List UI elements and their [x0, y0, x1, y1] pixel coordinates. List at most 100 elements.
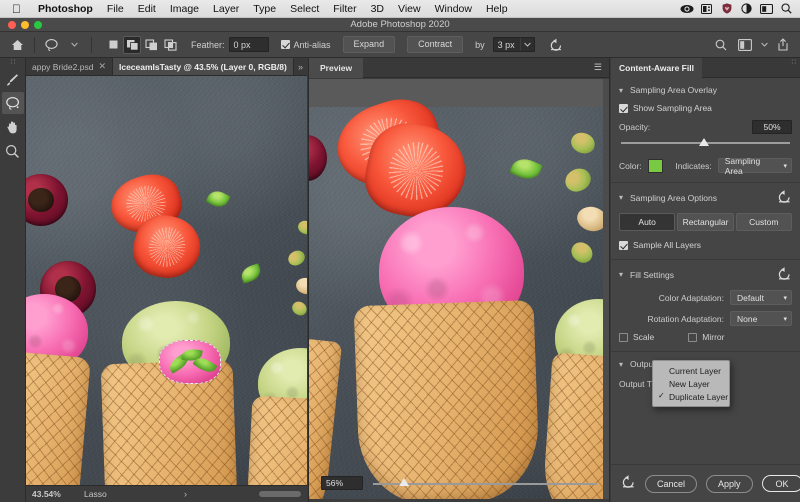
sampling-overlay-header[interactable]: ▾ Sampling Area Overlay [619, 85, 792, 95]
zoom-slider-thumb[interactable] [399, 478, 409, 486]
scale-checkbox[interactable]: Scale [619, 332, 654, 342]
intersect-selection-button[interactable] [161, 36, 179, 54]
antialias-checkbox-box[interactable] [280, 40, 290, 49]
opacity-slider[interactable] [621, 138, 790, 151]
brush-tool[interactable] [2, 68, 24, 90]
preview-vertical-scrollbar[interactable] [603, 79, 609, 499]
feather-input[interactable]: 0 px [228, 37, 269, 52]
tab-overflow-icon[interactable]: » [294, 62, 307, 72]
chevron-down-icon[interactable] [519, 38, 534, 51]
fill-settings-header[interactable]: ▾ Fill Settings [619, 267, 792, 282]
sample-all-layers-checkbox[interactable]: Sample All Layers [619, 240, 792, 250]
scale-checkbox-box[interactable] [619, 332, 628, 342]
new-selection-button[interactable] [104, 36, 122, 54]
show-sampling-area-checkbox[interactable]: Show Sampling Area [619, 103, 792, 113]
sampling-mode-custom[interactable]: Custom [735, 213, 792, 231]
chevron-down-icon[interactable]: ▾ [619, 360, 623, 369]
color-swatch[interactable] [647, 158, 664, 173]
by-amount-value: 3 px [497, 39, 515, 50]
reset-icon[interactable] [621, 474, 636, 493]
reset-icon[interactable] [777, 190, 792, 205]
menu-item-select[interactable]: Select [283, 3, 326, 15]
rotation-adaptation-select[interactable]: None ▾ [730, 311, 792, 326]
contract-button[interactable]: Contract [407, 36, 464, 53]
contrast-icon[interactable] [739, 2, 754, 15]
antialias-checkbox[interactable]: Anti-alias [280, 40, 331, 50]
sampling-mode-auto[interactable]: Auto [619, 213, 676, 231]
opacity-slider-thumb[interactable] [699, 138, 709, 146]
color-adaptation-select[interactable]: Default ▾ [730, 290, 792, 305]
horizontal-scrollbar[interactable] [259, 491, 301, 497]
workspace-icon[interactable] [734, 35, 756, 55]
chevron-down-icon[interactable]: ▾ [783, 162, 787, 170]
document-tab-icecream[interactable]: IceceamIsTasty @ 43.5% (Layer 0, RGB/8) [112, 58, 294, 75]
document-canvas[interactable] [26, 76, 307, 485]
sample-all-layers-box[interactable] [619, 240, 628, 250]
menu-item-type[interactable]: Type [246, 3, 283, 15]
zoom-tool[interactable] [2, 140, 24, 162]
chevron-down-icon[interactable]: ▾ [783, 294, 787, 302]
menu-item-window[interactable]: Window [428, 3, 479, 15]
tool-preset-chevron-icon[interactable] [63, 35, 85, 55]
tab-preview[interactable]: Preview [309, 57, 364, 78]
mirror-checkbox-box[interactable] [688, 332, 698, 342]
close-icon[interactable]: ✕ [98, 61, 106, 72]
share-icon[interactable] [772, 35, 794, 55]
menu-item-3d[interactable]: 3D [364, 3, 391, 15]
lasso-tool-icon[interactable] [41, 35, 63, 55]
panel-menu-icon[interactable]: ☰ [594, 62, 609, 73]
screen-icon[interactable] [759, 2, 774, 15]
display-icon[interactable] [699, 2, 714, 15]
hand-tool[interactable] [2, 116, 24, 138]
preview-stage[interactable] [309, 79, 609, 499]
menu-item-view[interactable]: View [391, 3, 428, 15]
zoom-level[interactable]: 43.54% [32, 489, 84, 499]
chevron-down-icon[interactable]: ▾ [619, 86, 623, 95]
output-to-dropdown-menu[interactable]: Current Layer New Layer ✓ Duplicate Laye… [652, 360, 730, 407]
sampling-mode-rectangular[interactable]: Rectangular [677, 213, 734, 231]
tools-panel-grip[interactable]: ∷ [0, 58, 26, 68]
dropdown-option-current-layer[interactable]: Current Layer [653, 364, 729, 377]
eye-icon[interactable] [679, 2, 694, 15]
reset-icon[interactable] [545, 35, 567, 55]
menu-item-layer[interactable]: Layer [206, 3, 246, 15]
document-tab-bride[interactable]: appy Bride2.psd ✕ [26, 58, 113, 75]
menu-item-help[interactable]: Help [479, 3, 515, 15]
lasso-tool[interactable] [1, 92, 24, 114]
menu-item-file[interactable]: File [100, 3, 131, 15]
dropdown-option-new-layer[interactable]: New Layer [653, 377, 729, 390]
search-icon[interactable] [710, 35, 732, 55]
shield-icon[interactable] [719, 2, 734, 15]
opacity-value[interactable]: 50% [752, 120, 792, 134]
chevron-down-icon[interactable]: ▾ [619, 193, 623, 202]
mirror-checkbox[interactable]: Mirror [688, 332, 724, 342]
chevron-down-icon[interactable]: ▾ [619, 270, 623, 279]
menu-item-filter[interactable]: Filter [326, 3, 363, 15]
preview-zoom-slider[interactable] [373, 476, 597, 490]
tab-content-aware-fill[interactable]: Content-Aware Fill [611, 57, 702, 78]
status-chevron-icon[interactable]: › [184, 489, 187, 499]
apply-button[interactable]: Apply [706, 474, 753, 493]
menu-item-photoshop[interactable]: Photoshop [31, 3, 100, 15]
sampling-options-header[interactable]: ▾ Sampling Area Options [619, 190, 792, 205]
dropdown-option-duplicate-layer[interactable]: ✓ Duplicate Layer [653, 390, 729, 403]
cancel-button[interactable]: Cancel [645, 474, 698, 493]
home-icon[interactable] [6, 35, 28, 55]
search-icon[interactable] [779, 2, 794, 15]
selection-region-pink[interactable] [159, 340, 221, 384]
subtract-from-selection-button[interactable] [142, 36, 160, 54]
ok-button[interactable]: OK [761, 475, 800, 492]
menu-item-edit[interactable]: Edit [131, 3, 163, 15]
chevron-down-icon[interactable] [758, 35, 770, 55]
menu-item-image[interactable]: Image [163, 3, 206, 15]
preview-zoom-input[interactable]: 56% [321, 476, 363, 490]
reset-icon[interactable] [777, 267, 792, 282]
panel-grip-icon[interactable]: ∷ [792, 58, 796, 66]
by-amount-select[interactable]: 3 px [492, 37, 535, 52]
expand-button[interactable]: Expand [342, 36, 396, 53]
chevron-down-icon[interactable]: ▾ [783, 315, 787, 323]
apple-logo-icon[interactable]:  [12, 3, 21, 15]
show-sampling-area-box[interactable] [619, 103, 628, 113]
add-to-selection-button[interactable] [123, 35, 141, 54]
indicates-select[interactable]: Sampling Area ▾ [717, 156, 792, 176]
